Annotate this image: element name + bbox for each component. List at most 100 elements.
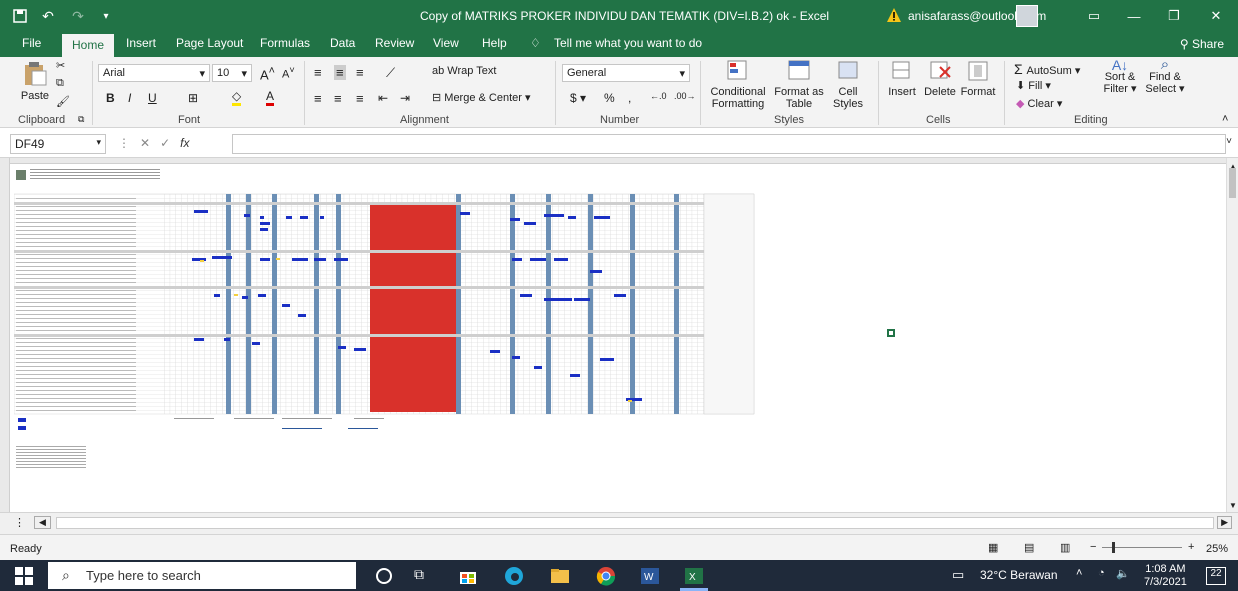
zoom-out-icon[interactable]: − <box>1090 541 1096 553</box>
tab-formulas[interactable]: Formulas <box>260 36 310 50</box>
orientation-icon[interactable]: ⟋ <box>386 65 395 81</box>
italic-icon[interactable]: I <box>128 91 131 105</box>
align-left-icon[interactable]: ≡ <box>314 91 322 106</box>
excel-icon[interactable]: X <box>684 566 704 586</box>
paste-button[interactable]: Paste <box>18 61 52 102</box>
restore-button[interactable]: ❐ <box>1154 0 1194 32</box>
file-explorer-icon[interactable] <box>550 566 570 586</box>
currency-button[interactable]: $ ▾ <box>570 91 586 105</box>
taskbar-search-input[interactable]: Type here to search <box>48 562 356 589</box>
zoom-level[interactable]: 25% <box>1206 543 1228 555</box>
font-color-icon[interactable]: A <box>266 89 275 106</box>
format-painter-icon[interactable]: 🖌 <box>56 95 70 108</box>
format-cells-button[interactable]: Format <box>960 59 996 98</box>
formula-input[interactable] <box>232 134 1226 154</box>
page-break-view-icon[interactable]: ▥ <box>1060 541 1070 554</box>
lightbulb-icon[interactable]: ♢ <box>530 36 541 50</box>
tab-review[interactable]: Review <box>375 36 414 50</box>
cell-styles-button[interactable]: Cell Styles <box>828 59 868 110</box>
tab-help[interactable]: Help <box>482 36 507 50</box>
enter-icon[interactable]: ✓ <box>160 136 170 150</box>
windows-start-icon[interactable] <box>14 566 34 586</box>
collapse-ribbon-icon[interactable]: ˄ <box>1222 113 1228 125</box>
align-right-icon[interactable]: ≡ <box>356 91 364 106</box>
scroll-right-icon[interactable]: ▶ <box>1217 516 1232 529</box>
bold-icon[interactable]: B <box>106 91 115 105</box>
borders-icon[interactable]: ⊞ <box>188 91 198 105</box>
notifications-icon[interactable]: 22 <box>1206 567 1226 585</box>
word-icon[interactable]: W <box>640 566 660 586</box>
decrease-decimal-icon[interactable]: .00→ <box>674 91 696 101</box>
horizontal-scrollbar[interactable] <box>56 517 1214 529</box>
increase-indent-icon[interactable]: ⇥ <box>400 91 410 105</box>
chrome-icon[interactable] <box>596 566 616 586</box>
cortana-icon[interactable] <box>374 566 394 586</box>
share-button[interactable]: ⚲ Share <box>1180 37 1224 51</box>
selected-cell[interactable] <box>887 329 895 337</box>
minimize-button[interactable]: — <box>1114 0 1154 32</box>
close-button[interactable]: ✕ <box>1196 0 1236 32</box>
worksheet-grid[interactable]: ▲ ▼ <box>0 158 1238 512</box>
scroll-left-icon[interactable]: ◀ <box>34 516 51 529</box>
find-select-button[interactable]: ⌕ Find & Select ▾ <box>1144 57 1186 95</box>
decrease-font-icon[interactable]: A˅ <box>282 65 295 81</box>
normal-view-icon[interactable]: ▦ <box>988 541 998 554</box>
comma-button[interactable]: , <box>628 91 631 105</box>
dialog-launcher-icon[interactable]: ⧉ <box>78 114 84 125</box>
cut-icon[interactable]: ✂ <box>56 59 65 72</box>
increase-decimal-icon[interactable]: ←.0 <box>650 91 667 101</box>
fill-color-icon[interactable]: ◇ <box>232 89 242 106</box>
ribbon-display-options-icon[interactable]: ▭ <box>1074 0 1114 32</box>
delete-cells-button[interactable]: Delete <box>922 59 958 98</box>
avatar[interactable] <box>1016 5 1038 27</box>
page-layout-view-icon[interactable]: ▤ <box>1024 541 1034 554</box>
store-icon[interactable] <box>458 566 478 586</box>
scroll-down-icon[interactable]: ▼ <box>1229 501 1237 510</box>
increase-font-icon[interactable]: A˄ <box>260 65 275 82</box>
customize-qat-icon[interactable]: ▾ <box>92 0 120 32</box>
weather-text[interactable]: 32°C Berawan <box>980 568 1058 582</box>
tell-me-input[interactable]: Tell me what you want to do <box>554 36 702 50</box>
more-icon[interactable]: ⋮ <box>118 136 130 150</box>
scroll-thumb[interactable] <box>1229 168 1236 198</box>
font-size-select[interactable]: 10 ▾ <box>212 64 252 82</box>
clock[interactable]: 1:08 AM 7/3/2021 <box>1144 563 1187 589</box>
fill-button[interactable]: ⬇ Fill ▾ <box>1016 79 1051 92</box>
name-box[interactable]: DF49 ▾ <box>10 134 106 154</box>
percent-button[interactable]: % <box>604 91 615 105</box>
align-bottom-icon[interactable]: ≡ <box>356 65 364 80</box>
wrap-text-button[interactable]: ab Wrap Text <box>432 65 496 77</box>
format-as-table-button[interactable]: Format as Table <box>774 59 824 110</box>
tab-page-layout[interactable]: Page Layout <box>176 36 243 50</box>
chevron-up-icon[interactable]: ˄ <box>1076 567 1082 579</box>
merge-center-button[interactable]: ⊟ Merge & Center ▾ <box>432 91 531 104</box>
autosum-button[interactable]: Σ AutoSum ▾ <box>1014 61 1080 77</box>
task-view-icon[interactable]: ⧉ <box>414 566 434 586</box>
copy-icon[interactable]: ⧉ <box>56 77 64 90</box>
network-icon[interactable]: ◔ <box>1098 567 1105 579</box>
save-icon[interactable] <box>6 0 34 32</box>
volume-icon[interactable]: 🔈 <box>1116 567 1130 580</box>
tab-insert[interactable]: Insert <box>126 36 156 50</box>
warning-icon[interactable] <box>886 7 902 23</box>
more-sheets-icon[interactable]: ⋮ <box>14 516 25 529</box>
conditional-formatting-button[interactable]: Conditional Formatting <box>708 59 768 110</box>
weather-icon[interactable]: ▭ <box>952 567 964 583</box>
sort-filter-button[interactable]: A↓ Sort & Filter ▾ <box>1098 58 1142 95</box>
tab-home[interactable]: Home <box>62 34 115 57</box>
number-format-select[interactable]: General ▾ <box>562 64 690 82</box>
font-name-select[interactable]: Arial ▾ <box>98 64 210 82</box>
align-top-icon[interactable]: ≡ <box>314 65 322 80</box>
underline-icon[interactable]: U <box>148 91 157 105</box>
cancel-icon[interactable]: ✕ <box>140 136 150 150</box>
insert-function-icon[interactable]: fx <box>180 136 189 150</box>
clear-button[interactable]: ◆ Clear ▾ <box>1016 97 1062 110</box>
align-middle-icon[interactable]: ≡ <box>334 65 346 80</box>
insert-cells-button[interactable]: Insert <box>884 59 920 98</box>
tab-data[interactable]: Data <box>330 36 355 50</box>
tab-file[interactable]: File <box>22 36 41 50</box>
tab-view[interactable]: View <box>433 36 459 50</box>
undo-icon[interactable]: ↶ <box>34 0 62 32</box>
expand-formula-icon[interactable]: ˅ <box>1226 136 1232 147</box>
redo-icon[interactable]: ↷ <box>64 0 92 32</box>
